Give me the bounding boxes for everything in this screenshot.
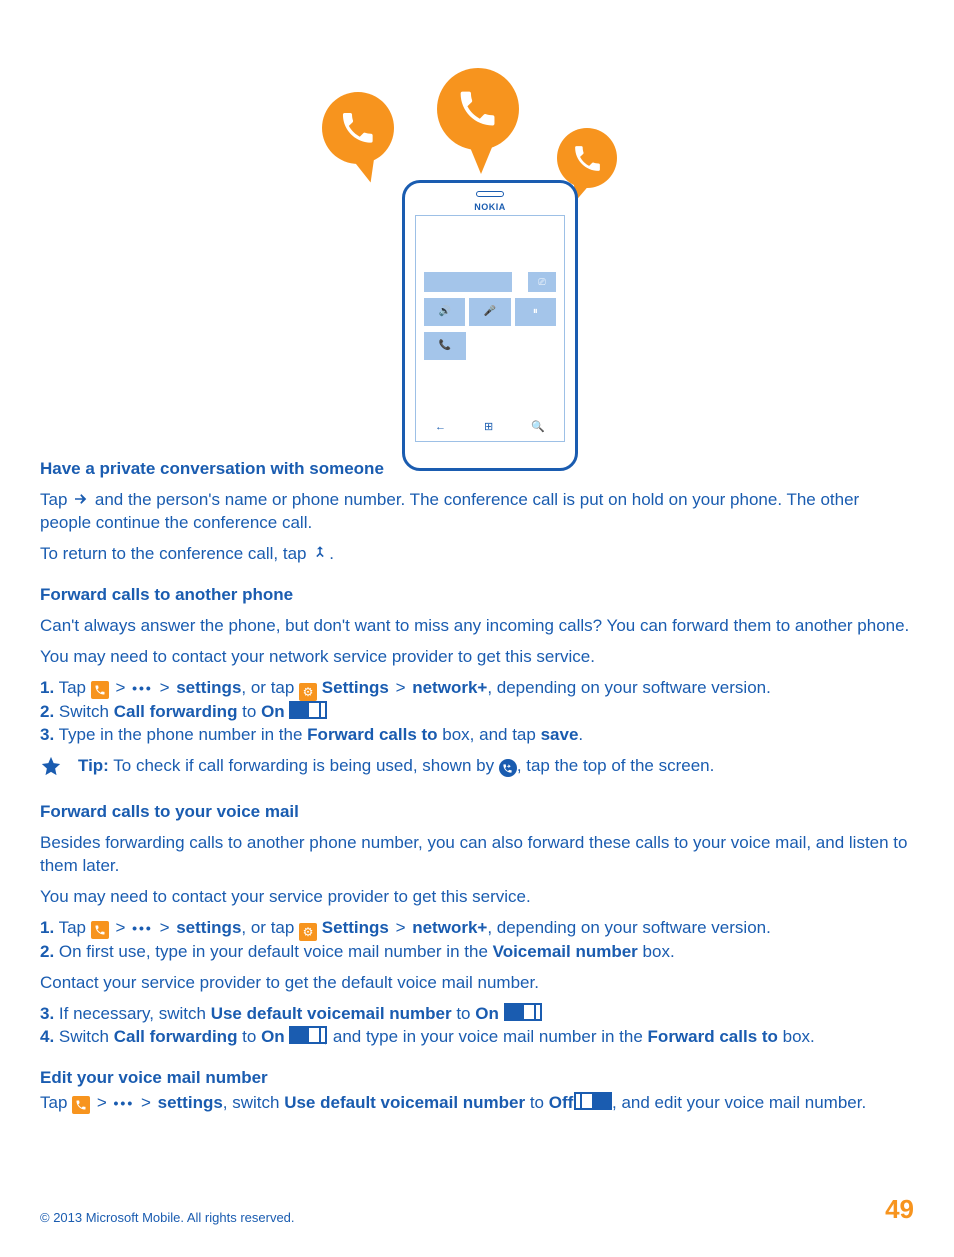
toggle-off-icon <box>578 1092 612 1110</box>
arrow-right-icon <box>72 490 90 508</box>
step-3: 3. If necessary, switch Use default voic… <box>40 1003 914 1026</box>
phone-brand-label: NOKIA <box>405 201 575 213</box>
more-dots-icon: ••• <box>132 679 153 698</box>
paragraph: Besides forwarding calls to another phon… <box>40 832 914 878</box>
conference-call-illustration: NOKIA ⎚ 🔊🎤⏸ 📞 ←⊞🔍 <box>307 40 647 440</box>
step-2: 2. Switch Call forwarding to On . <box>40 701 914 724</box>
step-3: 3. Type in the phone number in the Forwa… <box>40 724 914 747</box>
toggle-on-icon <box>504 1003 538 1021</box>
heading-forward-calls: Forward calls to another phone <box>40 584 914 607</box>
step-1: 1. Tap > ••• > settings, or tap ⚙ Settin… <box>40 677 914 701</box>
tip-callout: Tip: To check if call forwarding is bein… <box>40 755 914 784</box>
paragraph: To return to the conference call, tap . <box>40 543 914 566</box>
more-dots-icon: ••• <box>114 1094 135 1113</box>
phone-tile-icon <box>91 681 109 699</box>
step-4: 4. Switch Call forwarding to On , and ty… <box>40 1026 914 1049</box>
more-dots-icon: ••• <box>132 919 153 938</box>
paragraph: You may need to contact your service pro… <box>40 886 914 909</box>
phone-tile-icon <box>91 921 109 939</box>
speech-bubble-phone-icon <box>437 68 519 150</box>
toggle-on-icon <box>289 1026 323 1044</box>
step-1: 1. Tap > ••• > settings, or tap ⚙ Settin… <box>40 917 914 941</box>
settings-tile-icon: ⚙ <box>299 683 317 701</box>
heading-edit-voicemail: Edit your voice mail number <box>40 1067 914 1090</box>
copyright-text: © 2013 Microsoft Mobile. All rights rese… <box>40 1209 295 1227</box>
heading-forward-voicemail: Forward calls to your voice mail <box>40 801 914 824</box>
merge-calls-icon <box>311 544 329 562</box>
paragraph: Tap > ••• > settings, switch Use default… <box>40 1092 914 1115</box>
phone-tile-icon <box>72 1096 90 1114</box>
paragraph: Can't always answer the phone, but don't… <box>40 615 914 638</box>
settings-tile-icon: ⚙ <box>299 923 317 941</box>
step-2: 2. On first use, type in your default vo… <box>40 941 914 964</box>
call-forward-indicator-icon <box>499 759 517 777</box>
paragraph: You may need to contact your network ser… <box>40 646 914 669</box>
speech-bubble-phone-icon <box>322 92 394 164</box>
star-icon <box>40 755 62 784</box>
page-number: 49 <box>885 1192 914 1227</box>
paragraph: Contact your service provider to get the… <box>40 972 914 995</box>
paragraph: Tap and the person's name or phone numbe… <box>40 489 914 535</box>
bubble-tail <box>467 140 495 174</box>
toggle-on-icon <box>289 701 323 719</box>
phone-illustration: NOKIA ⎚ 🔊🎤⏸ 📞 ←⊞🔍 <box>402 180 578 471</box>
